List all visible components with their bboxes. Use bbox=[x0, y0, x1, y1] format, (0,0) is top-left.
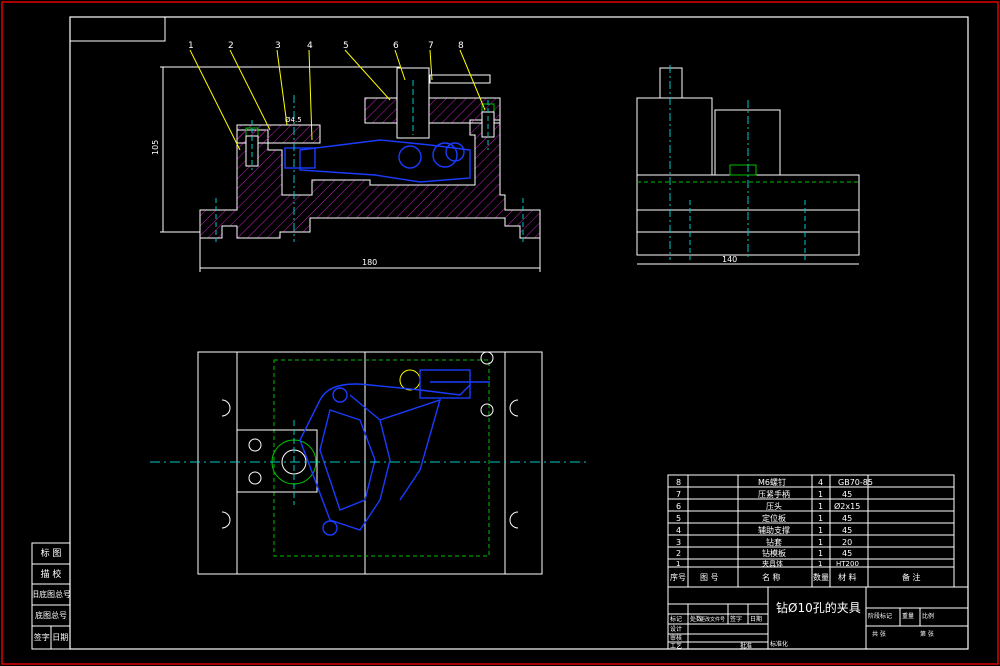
left-block-5: 签字 日期 bbox=[34, 632, 69, 642]
bom-row-6-mat: 20 bbox=[842, 538, 852, 547]
bom-row-8-qty: 1 bbox=[818, 560, 822, 568]
bom-row-1-name: M6螺钉 bbox=[758, 477, 786, 487]
tb-design: 设计 bbox=[670, 625, 682, 633]
tb-weight: 重量 bbox=[902, 612, 914, 620]
bom-row-3-qty: 1 bbox=[818, 502, 823, 511]
bom-row-5-name: 辅助支撑 bbox=[758, 525, 790, 535]
tb-change: 更改文件号 bbox=[700, 616, 725, 623]
balloon-1: 1 bbox=[188, 41, 194, 51]
bom-row-3-mat: Ø2x15 bbox=[834, 501, 860, 511]
left-block-4: 底图总号 bbox=[35, 610, 67, 620]
bom-row-3-name: 压头 bbox=[766, 501, 782, 511]
bom-row-7-name: 钻模板 bbox=[762, 548, 786, 558]
tb-total-sheets: 共 张 bbox=[872, 630, 886, 638]
bom-row-8-no: 1 bbox=[676, 560, 680, 568]
balloon-3: 3 bbox=[275, 41, 281, 51]
bom-row-6-name: 钻套 bbox=[766, 537, 782, 547]
balloon-6: 6 bbox=[393, 41, 399, 51]
bom-row-7-no: 2 bbox=[676, 549, 681, 558]
bom-row-1-qty: 4 bbox=[818, 478, 823, 487]
left-block-3: 旧底图总号 bbox=[31, 589, 71, 599]
bom-row-2-qty: 1 bbox=[818, 490, 823, 499]
dim-front-width: 180 bbox=[362, 258, 377, 267]
tb-review: 审核 bbox=[670, 634, 682, 642]
top-view bbox=[150, 351, 590, 575]
bom-row-2-no: 7 bbox=[676, 490, 681, 499]
top-plate bbox=[364, 97, 501, 124]
top-left-box bbox=[69, 16, 166, 42]
bom-header-material: 材 料 bbox=[838, 572, 857, 582]
bom-header-name: 名 称 bbox=[762, 572, 781, 582]
dim-height: 105 bbox=[151, 140, 160, 155]
tb-scale: 比例 bbox=[922, 612, 934, 620]
bom-row-4-name: 定位板 bbox=[762, 513, 786, 523]
bom-row-2-name: 压紧手柄 bbox=[758, 489, 790, 499]
bom-row-4-qty: 1 bbox=[818, 514, 823, 523]
inner-frame bbox=[69, 16, 969, 650]
side-view bbox=[636, 65, 860, 265]
balloon-5: 5 bbox=[343, 41, 349, 51]
bom-row-5-mat: 45 bbox=[842, 526, 852, 535]
bom-row-1-mat: GB70-85 bbox=[838, 478, 873, 487]
bom-row-7-mat: 45 bbox=[842, 549, 852, 558]
tb-sheet: 第 张 bbox=[920, 630, 934, 638]
drawing-title: 钻Ø10孔的夹具 bbox=[776, 600, 861, 615]
tb-stage: 阶段标记 bbox=[868, 612, 892, 620]
bom-row-4-no: 5 bbox=[676, 514, 681, 523]
balloon-4: 4 bbox=[307, 41, 313, 51]
bom-row-1-no: 8 bbox=[676, 478, 681, 487]
dim-side-width: 140 bbox=[722, 255, 737, 264]
tb-date: 日期 bbox=[750, 615, 762, 623]
front-view bbox=[160, 49, 541, 272]
bom-header-qty: 数量 bbox=[813, 572, 829, 582]
tb-sign: 签字 bbox=[730, 615, 742, 623]
bom-row-6-no: 3 bbox=[676, 538, 681, 547]
left-block-2: 描 校 bbox=[41, 568, 62, 580]
bom-row-5-qty: 1 bbox=[818, 526, 823, 535]
cad-drawing: 标 图 描 校 旧底图总号 底图总号 签字 日期 1 2 3 4 5 6 7 8… bbox=[1, 1, 999, 665]
left-block-1: 标 图 bbox=[41, 547, 62, 559]
bom-row-8-mat: HT200 bbox=[836, 560, 859, 568]
balloon-2: 2 bbox=[228, 41, 234, 51]
bom-header-remark: 备 注 bbox=[902, 572, 921, 582]
bom-row-5-no: 4 bbox=[676, 526, 681, 535]
tb-standard: 标准化 bbox=[770, 640, 788, 648]
bom-row-8-name: 夹具体 bbox=[762, 559, 783, 568]
bom-row-6-qty: 1 bbox=[818, 538, 823, 547]
bom-row-3-no: 6 bbox=[676, 502, 681, 511]
tb-mark: 标记 bbox=[670, 615, 682, 623]
bom-row-2-mat: 45 bbox=[842, 490, 852, 499]
balloon-7: 7 bbox=[428, 41, 434, 51]
tb-process: 工艺 bbox=[670, 642, 682, 650]
tb-approve: 批准 bbox=[740, 642, 752, 650]
balloon-8: 8 bbox=[458, 41, 464, 51]
bom-header-code: 图 号 bbox=[700, 573, 719, 582]
dim-hole-note: Ø4.5 bbox=[285, 116, 302, 124]
bom-header-no: 序号 bbox=[670, 572, 686, 582]
bom-row-7-qty: 1 bbox=[818, 549, 823, 558]
bom-row-4-mat: 45 bbox=[842, 514, 852, 523]
